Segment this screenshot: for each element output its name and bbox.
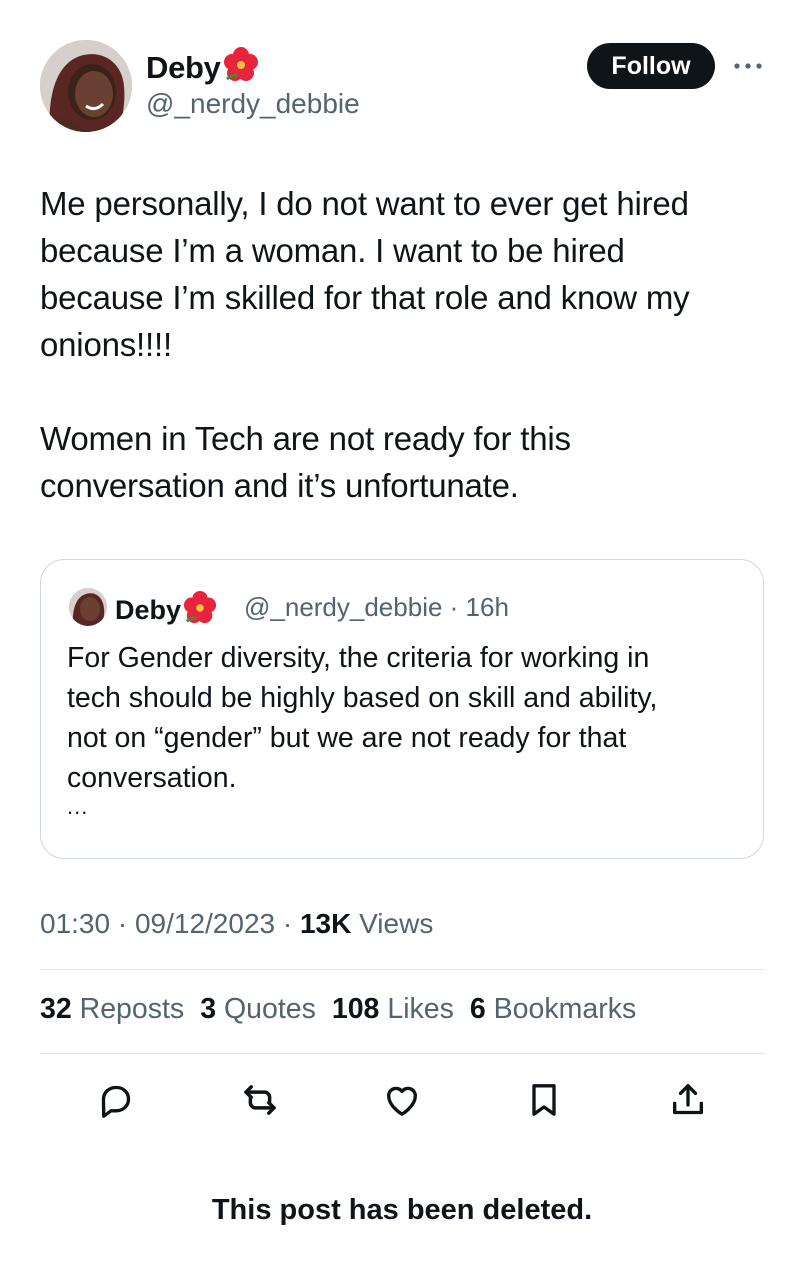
share-icon[interactable] <box>666 1078 710 1122</box>
like-icon[interactable] <box>380 1078 424 1122</box>
deleted-notice: This post has been deleted. <box>211 1194 593 1226</box>
repost-icon[interactable] <box>238 1078 282 1122</box>
post-time-date[interactable]: 01:30 · 09/12/2023 · <box>40 908 300 939</box>
stat-label: Quotes <box>223 993 316 1025</box>
avatar[interactable] <box>40 40 132 132</box>
post-meta: 01:30 · 09/12/2023 · 13K Views <box>40 908 433 940</box>
more-horizontal-icon[interactable] <box>732 56 764 76</box>
stat-likes[interactable]: 108 Likes <box>332 993 454 1026</box>
stat-count: 32 <box>40 993 72 1025</box>
stat-quotes[interactable]: 3 Quotes <box>200 993 316 1026</box>
stat-label: Reposts <box>79 993 185 1025</box>
stat-bookmarks[interactable]: 6 Bookmarks <box>470 993 636 1026</box>
divider <box>40 969 764 970</box>
stat-label: Likes <box>387 993 454 1025</box>
quoted-author-name: Deby <box>115 590 217 631</box>
quoted-avatar <box>69 588 107 626</box>
quoted-handle-time: @_nerdy_debbie · 16h <box>244 592 509 622</box>
stat-count: 3 <box>200 993 217 1025</box>
author-name[interactable]: Deby <box>146 46 259 90</box>
follow-button[interactable]: Follow <box>587 43 715 89</box>
bookmark-icon[interactable] <box>522 1078 566 1122</box>
quoted-author-name-text: Deby <box>115 595 182 625</box>
quoted-text: For Gender diversity, the criteria for w… <box>67 642 658 794</box>
quoted-ellipsis: ... <box>67 794 89 819</box>
stat-reposts[interactable]: 32 Reposts <box>40 993 184 1026</box>
divider <box>40 1053 764 1054</box>
stat-count: 108 <box>331 993 380 1025</box>
reply-icon[interactable] <box>94 1078 138 1122</box>
views-count: 13K <box>299 908 352 939</box>
stat-count: 6 <box>469 993 486 1025</box>
views-label: Views <box>351 908 434 939</box>
author-name-text: Deby <box>146 50 221 85</box>
hibiscus-icon <box>183 590 217 631</box>
engagement-stats: 32 Reposts 3 Quotes 108 Likes 6 Bookmark… <box>40 993 636 1026</box>
hibiscus-icon <box>223 46 259 90</box>
quoted-post[interactable]: Deby @_nerdy_debbie · 16h For Gender div… <box>40 559 764 859</box>
author-handle[interactable]: @_nerdy_debbie <box>146 88 360 120</box>
post-text: Me personally, I do not want to ever get… <box>40 185 690 504</box>
stat-label: Bookmarks <box>493 993 637 1025</box>
